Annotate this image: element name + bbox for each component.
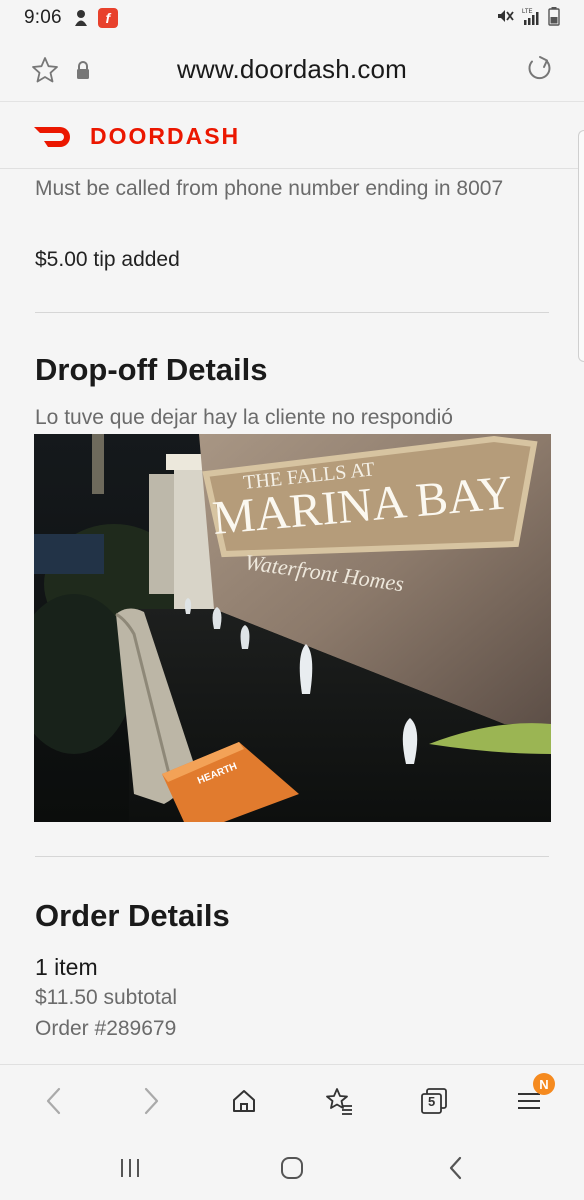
home-icon[interactable] [226,1083,262,1119]
chevron-left-icon[interactable] [36,1083,72,1119]
divider [35,856,549,857]
site-header: DOORDASH [0,103,584,169]
doordash-logo-icon[interactable] [34,125,76,149]
order-subtotal: $11.50 subtotal [35,986,178,1009]
status-time: 9:06 [24,7,62,28]
chevron-right-icon[interactable] [133,1083,169,1119]
battery-icon [548,6,560,31]
notification-icon [74,9,90,27]
status-bar: 9:06 f LTE [0,0,584,36]
tab-count: 5 [428,1094,436,1109]
url-field[interactable]: www.doordash.com [0,54,584,85]
main-content: Must be called from phone number ending … [0,170,584,1064]
system-navigation-bar [0,1134,584,1200]
status-indicators: LTE [496,6,560,31]
order-number: Order #289679 [35,1017,177,1040]
mute-icon [496,7,514,30]
back-button-icon[interactable] [440,1152,472,1184]
signal-icon: LTE [520,6,542,31]
dropoff-title: Drop-off Details [35,352,268,387]
doordash-wordmark[interactable]: DOORDASH [90,123,240,150]
tip-line: $5.00 tip added [35,248,180,271]
menu-notification-badge: N [533,1073,555,1095]
dropoff-photo[interactable]: THE FALLS AT MARINA BAY Waterfront Homes… [34,434,551,822]
home-button-icon[interactable] [276,1152,308,1184]
browser-url-bar: www.doordash.com [0,36,584,102]
delivery-instruction: Must be called from phone number ending … [35,177,504,200]
dropoff-note: Lo tuve que dejar hay la cliente no resp… [35,406,453,429]
divider [35,312,549,313]
recent-apps-icon[interactable] [114,1152,146,1184]
browser-toolbar: 5 N [0,1064,584,1134]
order-details-title: Order Details [35,898,230,933]
order-item-count: 1 item [35,954,98,980]
reload-icon[interactable] [524,53,554,83]
tabs-icon[interactable]: 5 [416,1083,452,1119]
flipboard-app-icon: f [97,8,118,28]
star-list-icon[interactable] [321,1083,357,1119]
menu-icon[interactable]: N [511,1073,555,1119]
svg-text:LTE: LTE [522,9,533,15]
